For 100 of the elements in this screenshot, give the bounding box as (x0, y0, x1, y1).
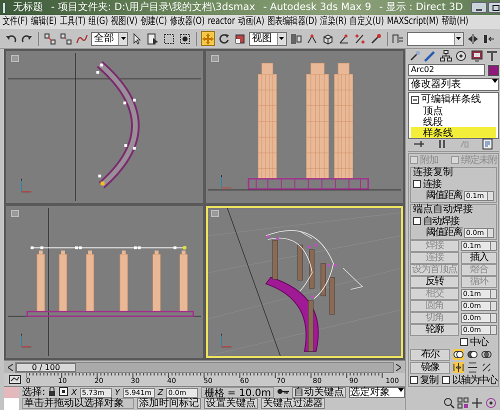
modifier-list-dropdown[interactable]: 修改器列表 (408, 78, 499, 91)
coordinate-label: X (71, 387, 77, 398)
next-frame-button[interactable] (394, 362, 403, 372)
hierarchy-icon[interactable] (438, 49, 453, 62)
stack-sub-object-item[interactable]: 样条线 (411, 127, 496, 138)
menu-item[interactable]: 修改器(O) (170, 15, 205, 29)
maximize-button[interactable] (488, 2, 500, 13)
maximize-icon[interactable] (492, 4, 500, 10)
group-title: 连接复制 (413, 167, 454, 178)
select-by-name-icon[interactable] (146, 31, 160, 46)
mirror-button[interactable]: 镜像 (410, 362, 450, 374)
named-selection-dropdown[interactable] (407, 32, 464, 46)
menu-item[interactable]: 创建(C) (140, 15, 167, 29)
link-icon[interactable] (42, 31, 57, 46)
dropdown-arrow-icon[interactable] (279, 37, 284, 40)
previous-frame-button[interactable] (6, 362, 15, 372)
motion-icon[interactable] (454, 49, 468, 62)
menu-item[interactable]: 编辑(E) (30, 15, 57, 29)
orbit-icon[interactable] (485, 397, 497, 409)
object-name-field[interactable]: Arc02 (408, 64, 485, 76)
grid-size-text: 栅格 = 10.0m (201, 387, 274, 398)
selection-filter-dropdown[interactable]: 全部 (90, 32, 128, 46)
checkbox-label: 连接 (423, 178, 441, 190)
mirror-icon[interactable] (466, 31, 480, 46)
modifier-stack-list[interactable]: 可编辑样条线 顶点 线段 样条线 (408, 92, 499, 139)
viewport[interactable] (6, 51, 203, 203)
checkbox[interactable] (413, 180, 421, 188)
key-mode-dropdown[interactable]: 选定对象 (349, 387, 405, 398)
axis-tripod-icon (221, 174, 232, 189)
boolean-button[interactable]: 布尔 (410, 348, 450, 360)
region-select-icon[interactable] (162, 31, 176, 46)
menu-item[interactable]: 动画(A) (238, 15, 264, 29)
pan-icon[interactable] (471, 397, 483, 409)
coordinate-label: Z (158, 387, 164, 398)
minimize-button[interactable] (470, 2, 487, 13)
subtraction-icon[interactable] (467, 349, 478, 360)
menu-item[interactable]: 组(G) (88, 15, 108, 29)
union-icon[interactable] (453, 349, 464, 360)
dropdown-arrow-icon[interactable] (492, 79, 498, 83)
mirror-diagonal-icon[interactable] (481, 362, 492, 373)
checkbox-label: 以轴为中心 (452, 374, 497, 387)
window-crossing-icon[interactable] (178, 31, 192, 46)
checkbox[interactable] (413, 217, 421, 225)
stack-item[interactable]: 可编辑样条线 (411, 94, 496, 105)
menu-item[interactable]: 文件(F) (2, 15, 28, 29)
maxscript-output-field[interactable] (4, 398, 20, 410)
pivot-icon[interactable] (288, 31, 303, 46)
checkbox-label: 附加 (420, 154, 438, 166)
checkbox[interactable] (442, 376, 450, 384)
viewport[interactable] (206, 51, 403, 203)
menu-item[interactable]: 渲染(R) (320, 15, 347, 29)
dropdown-arrow-icon[interactable] (120, 37, 126, 40)
lock-icon[interactable] (48, 386, 56, 398)
rotate-icon[interactable] (217, 31, 232, 46)
add-time-tag-button[interactable]: 添加时间标记 (137, 398, 202, 409)
threshold-label: 阈值距离 (425, 227, 462, 239)
panel-button[interactable]: 插入 (461, 252, 497, 264)
panel-button[interactable]: 轮廓 (410, 324, 459, 336)
spinner-arrows[interactable] (488, 191, 494, 201)
intersection-icon[interactable] (481, 349, 492, 360)
configure-sets-icon[interactable] (482, 138, 494, 152)
menu-item[interactable]: 帮助(H) (442, 15, 468, 29)
zoom-all-icon[interactable] (457, 397, 469, 409)
menu-item[interactable]: 工具(T) (60, 15, 86, 29)
spinner-snap-icon[interactable] (368, 31, 383, 46)
mirror-horizontal-icon[interactable] (453, 362, 464, 373)
time-slider-thumb[interactable]: 0 / 100 (16, 362, 76, 372)
viewport[interactable] (6, 206, 203, 358)
display-icon[interactable] (470, 49, 484, 62)
object-color-swatch[interactable] (488, 64, 499, 76)
menu-item[interactable]: reactor (208, 15, 235, 29)
window-title: - 显示 : Direct 3D (379, 2, 463, 14)
menu-item[interactable]: 视图(V) (111, 15, 138, 29)
modify-icon[interactable] (423, 49, 438, 62)
dropdown-arrow-icon[interactable] (456, 37, 462, 40)
stack-sub-object-item[interactable]: 顶点 (411, 105, 496, 116)
mirror-vertical-icon[interactable] (467, 362, 478, 373)
group-title: 端点自动焊接 (413, 204, 474, 215)
maxscript-listener-field[interactable] (4, 387, 20, 398)
window-title: - 项目文件夹: D:\用户目录\我的文档\3dsmax (51, 2, 256, 14)
menu-item[interactable]: 自定义(U) (350, 15, 384, 29)
auto-key-button[interactable]: 自动关键点 (292, 387, 346, 398)
panel-button[interactable]: 反转 (410, 276, 459, 288)
set-key-button[interactable]: 设置关键点 (204, 398, 258, 409)
collapse-toggle-icon[interactable] (411, 96, 419, 104)
reference-coordinate-dropdown[interactable]: 视图 (249, 32, 287, 46)
dropdown-arrow-icon[interactable] (398, 388, 404, 392)
unlink-icon[interactable] (58, 31, 73, 46)
time-slider-track[interactable]: 0 / 100 (15, 362, 394, 372)
checkbox[interactable] (410, 376, 418, 384)
stack-sub-object-item[interactable]: 线段 (411, 116, 496, 127)
create-icon[interactable] (408, 49, 422, 62)
absolute-mode-icon[interactable] (59, 386, 68, 398)
menu-item[interactable]: 图表编辑器(D) (267, 15, 318, 29)
zoom-icon[interactable] (443, 397, 455, 409)
selection-label: 选择: (22, 387, 46, 398)
menu-item[interactable]: MAXScript(M) (387, 15, 438, 29)
key-filters-button[interactable]: 关键点过滤器 (261, 398, 326, 409)
checkbox[interactable] (460, 338, 468, 346)
utilities-icon[interactable] (484, 49, 499, 62)
